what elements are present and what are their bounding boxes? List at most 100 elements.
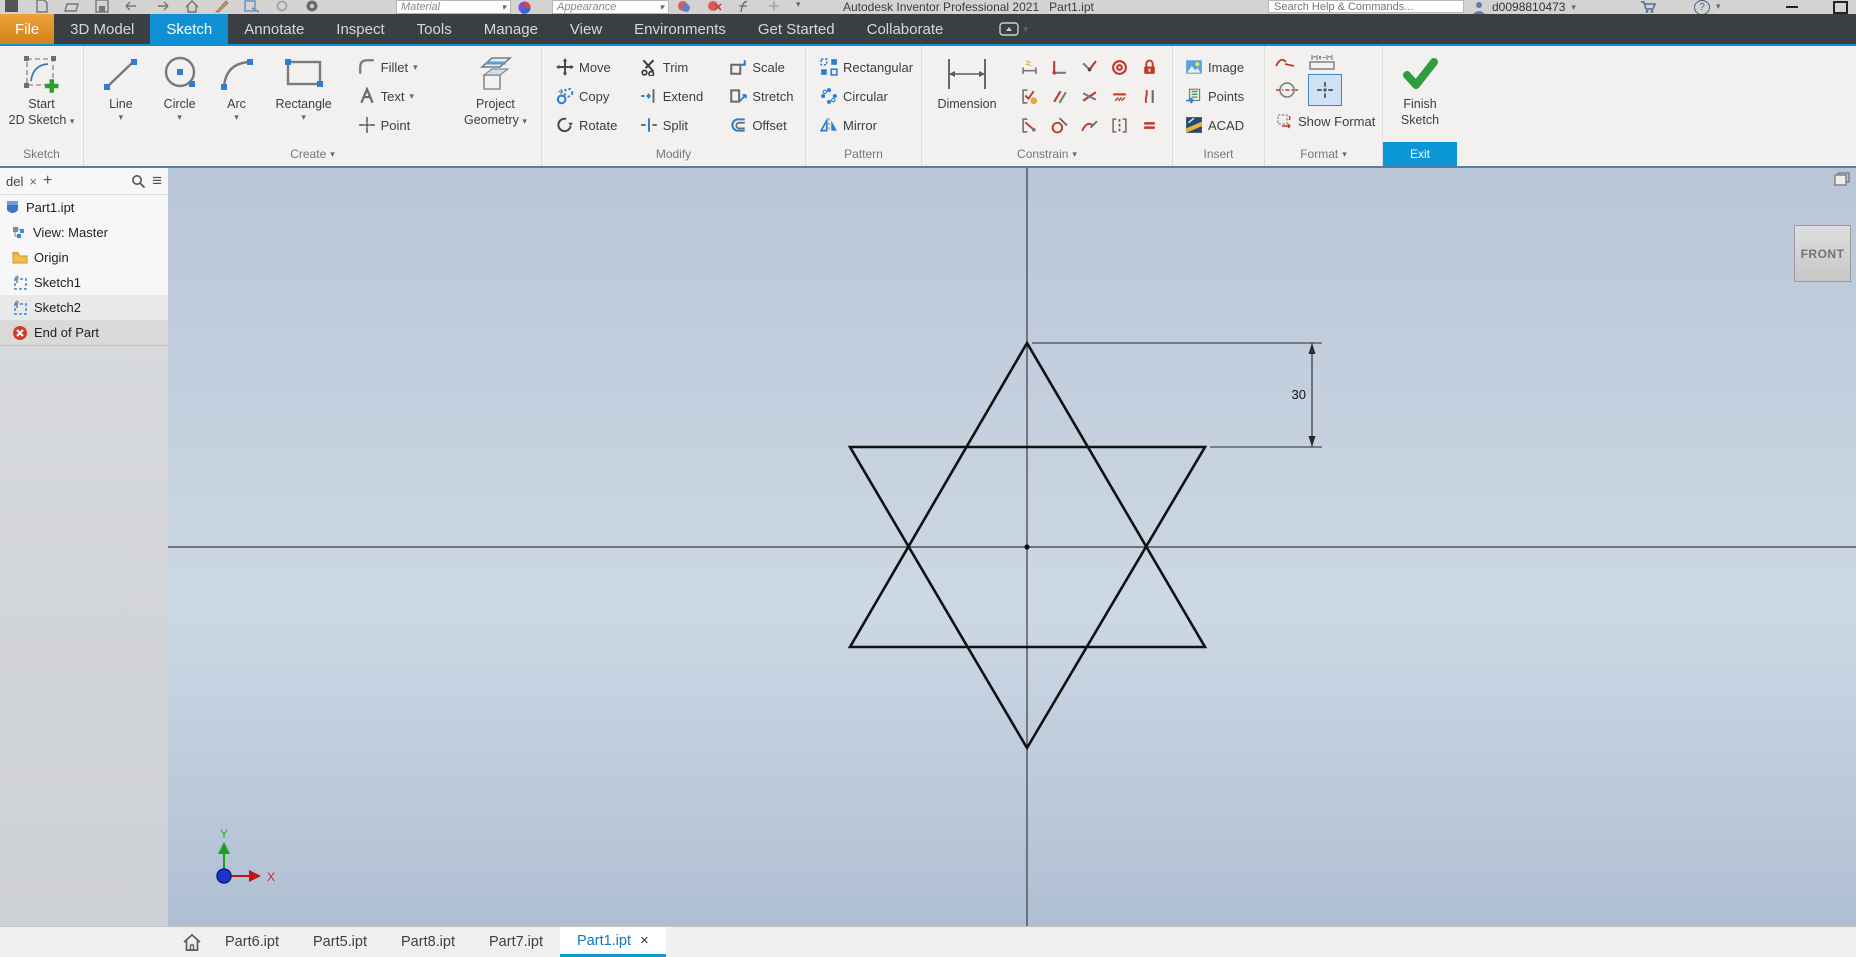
sketch-origin-point[interactable] bbox=[1024, 544, 1029, 549]
perpendicular-constraint-button[interactable] bbox=[1044, 53, 1074, 82]
doc-tab-part8[interactable]: Part8.ipt bbox=[384, 927, 472, 957]
doc-tab-close-icon[interactable]: × bbox=[640, 932, 649, 949]
construction-format-icon[interactable] bbox=[1275, 54, 1295, 70]
document-restore-icon[interactable] bbox=[1834, 172, 1850, 186]
fillet-button[interactable]: Fillet ▾ bbox=[354, 54, 450, 80]
new-file-icon[interactable] bbox=[34, 0, 50, 13]
tab-environments[interactable]: Environments bbox=[618, 14, 742, 44]
tab-manage[interactable]: Manage bbox=[468, 14, 554, 44]
chevron-down-icon[interactable]: ▾ bbox=[1716, 2, 1721, 11]
chevron-down-icon[interactable]: ▾ bbox=[1571, 3, 1576, 12]
insert-image-button[interactable]: Image bbox=[1181, 54, 1248, 80]
dimension-button[interactable]: Dimension bbox=[928, 51, 1006, 113]
chevron-down-icon[interactable]: ▾ bbox=[301, 113, 306, 122]
doc-tab-part1-active[interactable]: Part1.ipt × bbox=[560, 927, 666, 957]
offset-button[interactable]: Offset bbox=[725, 112, 805, 138]
tab-inspect[interactable]: Inspect bbox=[320, 14, 400, 44]
maximize-button[interactable] bbox=[1828, 1, 1852, 13]
arc-button[interactable]: Arc ▾ bbox=[209, 51, 263, 122]
text-button[interactable]: Text ▾ bbox=[354, 83, 450, 109]
circular-pattern-button[interactable]: Circular bbox=[816, 83, 917, 109]
browser-tab-model-truncated[interactable]: del bbox=[6, 174, 23, 189]
tree-item-end-of-part[interactable]: End of Part bbox=[0, 320, 168, 345]
trim-button[interactable]: Trim bbox=[636, 54, 720, 80]
equal-constraint-button[interactable] bbox=[1134, 111, 1164, 140]
project-geometry-button[interactable]: Project Geometry ▾ bbox=[450, 51, 541, 128]
search-input[interactable] bbox=[1268, 0, 1464, 13]
driven-dimension-icon[interactable] bbox=[1309, 54, 1335, 70]
parameters-fx-icon[interactable] bbox=[736, 0, 752, 13]
user-icon[interactable] bbox=[1472, 1, 1486, 14]
finish-sketch-button[interactable]: Finish Sketch bbox=[1397, 51, 1443, 128]
vertical-constraint-button[interactable] bbox=[1134, 82, 1164, 111]
minimize-button[interactable] bbox=[1780, 1, 1804, 13]
help-icon[interactable]: ? bbox=[1694, 0, 1710, 14]
parallel-constraint-button[interactable] bbox=[1044, 82, 1074, 111]
rotate-button[interactable]: Rotate bbox=[552, 112, 630, 138]
tab-view[interactable]: View bbox=[554, 14, 618, 44]
tab-get-started[interactable]: Get Started bbox=[742, 14, 851, 44]
doc-tab-part7[interactable]: Part7.ipt bbox=[472, 927, 560, 957]
constraint-settings-button[interactable] bbox=[1014, 82, 1044, 111]
stretch-button[interactable]: Stretch bbox=[725, 83, 805, 109]
point-button[interactable]: Point bbox=[354, 112, 450, 138]
user-id[interactable]: d0098810473 bbox=[1492, 0, 1565, 14]
centerpoint-format-button-active[interactable] bbox=[1308, 74, 1342, 106]
doc-tab-part5[interactable]: Part5.ipt bbox=[296, 927, 384, 957]
chevron-down-icon[interactable]: ▾ bbox=[234, 113, 239, 122]
tree-item-sketch1[interactable]: Sketch1 bbox=[0, 270, 168, 295]
measure-icon[interactable] bbox=[766, 0, 782, 13]
tree-item-part1[interactable]: Part1.ipt bbox=[0, 195, 168, 220]
panel-label-create[interactable]: Create▾ bbox=[84, 142, 541, 166]
browser-search-icon[interactable] bbox=[131, 174, 146, 189]
insert-acad-button[interactable]: ACAD bbox=[1181, 112, 1248, 138]
new-sketch-icon[interactable] bbox=[214, 0, 230, 13]
tab-file[interactable]: File bbox=[0, 14, 54, 44]
save-icon[interactable] bbox=[94, 0, 110, 13]
line-button[interactable]: Line ▾ bbox=[92, 51, 150, 122]
browser-menu-icon[interactable]: ≡ bbox=[152, 171, 162, 191]
tab-annotate[interactable]: Annotate bbox=[228, 14, 320, 44]
start-2d-sketch-button[interactable]: Start 2D Sketch ▾ bbox=[6, 51, 78, 128]
home-tab[interactable] bbox=[176, 927, 208, 957]
clear-appearance-icon[interactable] bbox=[706, 0, 722, 13]
tab-3d-model[interactable]: 3D Model bbox=[54, 14, 150, 44]
centerline-format-icon[interactable] bbox=[1275, 81, 1299, 99]
material-select[interactable]: Material ▾ bbox=[396, 0, 511, 14]
export-icon[interactable] bbox=[244, 0, 260, 13]
import-points-button[interactable]: Points bbox=[1181, 83, 1248, 109]
extend-button[interactable]: Extend bbox=[636, 83, 720, 109]
adjust-appearance-icon[interactable] bbox=[676, 0, 692, 13]
app-menu-icon[interactable] bbox=[4, 0, 20, 13]
horizontal-constraint-button[interactable] bbox=[1104, 82, 1134, 111]
auto-dimension-button[interactable] bbox=[1014, 53, 1044, 82]
mirror-button[interactable]: Mirror bbox=[816, 112, 917, 138]
move-button[interactable]: Move bbox=[552, 54, 630, 80]
collinear-constraint-button[interactable] bbox=[1074, 82, 1104, 111]
sketch-geometry[interactable]: 30 Y X bbox=[168, 168, 1856, 926]
concentric-constraint-button[interactable] bbox=[1104, 53, 1134, 82]
undo-icon[interactable] bbox=[124, 0, 140, 13]
update-icon[interactable] bbox=[274, 0, 290, 13]
smooth-constraint-button[interactable] bbox=[1074, 111, 1104, 140]
split-button[interactable]: Split bbox=[636, 112, 720, 138]
browser-tab-close-icon[interactable]: × bbox=[29, 174, 37, 189]
dimension-value[interactable]: 30 bbox=[1292, 387, 1306, 402]
chevron-down-icon[interactable]: ▾ bbox=[796, 0, 801, 9]
rectangle-button[interactable]: Rectangle ▾ bbox=[264, 51, 344, 122]
color-wheel-icon[interactable] bbox=[518, 1, 531, 14]
rectangular-pattern-button[interactable]: Rectangular bbox=[816, 54, 917, 80]
symmetric-constraint-button[interactable] bbox=[1104, 111, 1134, 140]
store-cart-icon[interactable] bbox=[1640, 1, 1656, 13]
ribbon-display-toggle[interactable]: ▾ bbox=[999, 14, 1028, 44]
panel-label-constrain[interactable]: Constrain▾ bbox=[922, 142, 1172, 166]
lock-constraint-button[interactable] bbox=[1134, 53, 1164, 82]
tab-sketch[interactable]: Sketch bbox=[150, 14, 228, 44]
tree-item-sketch2[interactable]: Sketch2 bbox=[0, 295, 168, 320]
browser-add-tab-icon[interactable]: + bbox=[43, 172, 52, 190]
panel-label-exit[interactable]: Exit bbox=[1383, 142, 1457, 166]
tab-collaborate[interactable]: Collaborate bbox=[851, 14, 960, 44]
open-file-icon[interactable] bbox=[64, 0, 80, 13]
tree-item-origin[interactable]: Origin bbox=[0, 245, 168, 270]
circle-button[interactable]: Circle ▾ bbox=[150, 51, 210, 122]
